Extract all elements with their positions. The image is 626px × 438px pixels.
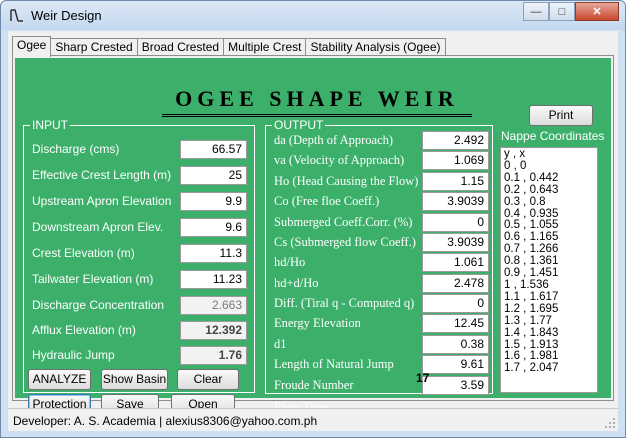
show-basin-button[interactable]: Show Basin (101, 369, 168, 390)
tailwater-input[interactable]: 11.23 (180, 270, 247, 289)
submerged-flow-coeff-field: 3.9039 (422, 233, 489, 252)
print-button[interactable]: Print (529, 105, 593, 126)
hydraulic-jump-field: 1.76 (180, 346, 247, 365)
tab-ogee[interactable]: Ogee (12, 36, 52, 57)
ogee-form: OGEE SHAPE WEIR Print INPUT Discharge (c… (15, 58, 611, 415)
nappe-coordinates-label: Nappe Coordinates (501, 129, 605, 143)
hd-plus-d-ho-field: 2.478 (422, 274, 489, 293)
resize-grip-icon[interactable] (604, 417, 616, 429)
page-title: OGEE SHAPE WEIR (175, 86, 459, 111)
d1-label: d1 (274, 337, 287, 351)
list-item[interactable]: 1.2 , 1.695 (504, 303, 597, 316)
crest-length-input[interactable]: 25 (180, 166, 247, 185)
tab-broad-crested[interactable]: Broad Crested (136, 38, 225, 56)
tailwater-label: Tailwater Elevation (m) (32, 272, 154, 286)
velocity-of-approach-label: va (Velocity of Approach) (274, 153, 405, 167)
submerged-coeff-corr-label: Submerged Coeff.Corr. (%) (274, 215, 413, 229)
natural-jump-length-field: 9.61 (422, 355, 489, 374)
list-item[interactable]: 0.2 , 0.643 (504, 184, 597, 197)
maximize-button[interactable]: □ (549, 2, 575, 21)
upstream-apron-label: Upstream Apron Elevation (32, 194, 172, 208)
flow-type-value: 17 (416, 371, 430, 385)
natural-jump-length-label: Length of Natural Jump (274, 357, 394, 371)
discharge-concentration-field: 2.663 (180, 296, 247, 315)
crest-elevation-input[interactable]: 11.3 (180, 244, 247, 263)
tab-sharp-crested[interactable]: Sharp Crested (50, 38, 138, 56)
minimize-icon: — (530, 5, 542, 18)
title-underline (162, 114, 472, 117)
maximize-icon: □ (558, 5, 566, 18)
developer-credit: Developer: A. S. Academia | alexius8306@… (13, 414, 318, 428)
froude-number-field: 3.59 (422, 376, 489, 395)
list-item[interactable]: 1.4 , 1.843 (504, 327, 597, 340)
hydraulic-jump-label: Hydraulic Jump (32, 348, 115, 362)
discharge-input[interactable]: 66.57 (180, 140, 247, 159)
discharge-label: Discharge (cms) (32, 142, 120, 156)
hd-plus-d-ho-label: hd+d/Ho (274, 276, 319, 290)
input-legend: INPUT (30, 118, 70, 132)
output-legend: OUTPUT (272, 118, 326, 132)
diff-q-label: Diff. (Tiral q - Computed q) (274, 296, 415, 310)
analyze-button[interactable]: ANALYZE (28, 369, 91, 390)
weir-app-icon (10, 9, 23, 22)
nappe-coordinates-list[interactable]: y , x 0 , 0 0.1 , 0.442 0.2 , 0.643 0.3 … (500, 147, 598, 393)
crest-length-label: Effective Crest Length (m) (32, 168, 172, 182)
energy-elevation-label: Energy Elevation (274, 316, 361, 330)
minimize-button[interactable]: — (523, 2, 549, 21)
list-item[interactable]: 1.1 , 1.617 (504, 291, 597, 304)
afflux-elevation-label: Afflux Elevation (m) (32, 323, 136, 337)
app-window: Weir Design — □ ✕ Ogee Sharp Crested Bro… (0, 0, 626, 438)
close-button[interactable]: ✕ (575, 2, 619, 21)
downstream-apron-label: Downstream Apron Elev. (32, 220, 164, 234)
free-flow-coeff-label: Co (Free floe Coeff.) (274, 194, 380, 208)
froude-number-label: Froude Number (274, 378, 354, 392)
free-flow-coeff-field: 3.9039 (422, 192, 489, 211)
afflux-elevation-field: 12.392 (180, 321, 247, 340)
depth-of-approach-field: 2.492 (422, 131, 489, 150)
submerged-coeff-corr-field: 0 (422, 213, 489, 232)
client-area: Ogee Sharp Crested Broad Crested Multipl… (8, 31, 618, 431)
tab-strip: Ogee Sharp Crested Broad Crested Multipl… (12, 36, 446, 57)
ogee-tab-panel: OGEE SHAPE WEIR Print INPUT Discharge (c… (12, 55, 614, 415)
head-causing-flow-label: Ho (Head Causing the Flow) (274, 174, 419, 188)
d1-field: 0.38 (422, 335, 489, 354)
diff-q-field: 0 (422, 294, 489, 313)
list-item[interactable]: 0.1 , 0.442 (504, 172, 597, 185)
downstream-apron-input[interactable]: 9.6 (180, 218, 247, 237)
list-item[interactable]: 0.3 , 0.8 (504, 196, 597, 209)
depth-of-approach-label: da (Depth of Approach) (274, 133, 394, 147)
clear-button[interactable]: Clear (177, 369, 239, 390)
status-bar: Developer: A. S. Academia | alexius8306@… (8, 408, 618, 431)
title-bar[interactable]: Weir Design — □ ✕ (1, 1, 625, 30)
energy-elevation-field: 12.45 (422, 314, 489, 333)
window-title: Weir Design (31, 8, 102, 23)
hd-ho-label: hd/Ho (274, 255, 306, 269)
tab-stability-analysis[interactable]: Stability Analysis (Ogee) (305, 38, 446, 56)
list-item[interactable]: 1.7 , 2.047 (504, 362, 597, 375)
upstream-apron-input[interactable]: 9.9 (180, 192, 247, 211)
hd-ho-field: 1.061 (422, 253, 489, 272)
close-icon: ✕ (592, 6, 602, 18)
crest-elevation-label: Crest Elevation (m) (32, 246, 135, 260)
velocity-of-approach-field: 1.069 (422, 151, 489, 170)
list-item[interactable]: 1.3 , 1.77 (504, 315, 597, 328)
head-causing-flow-field: 1.15 (422, 172, 489, 191)
tab-multiple-crest[interactable]: Multiple Crest (223, 38, 307, 56)
submerged-flow-coeff-label: Cs (Submerged flow Coeff.) (274, 235, 416, 249)
discharge-concentration-label: Discharge Concentration (32, 298, 165, 312)
